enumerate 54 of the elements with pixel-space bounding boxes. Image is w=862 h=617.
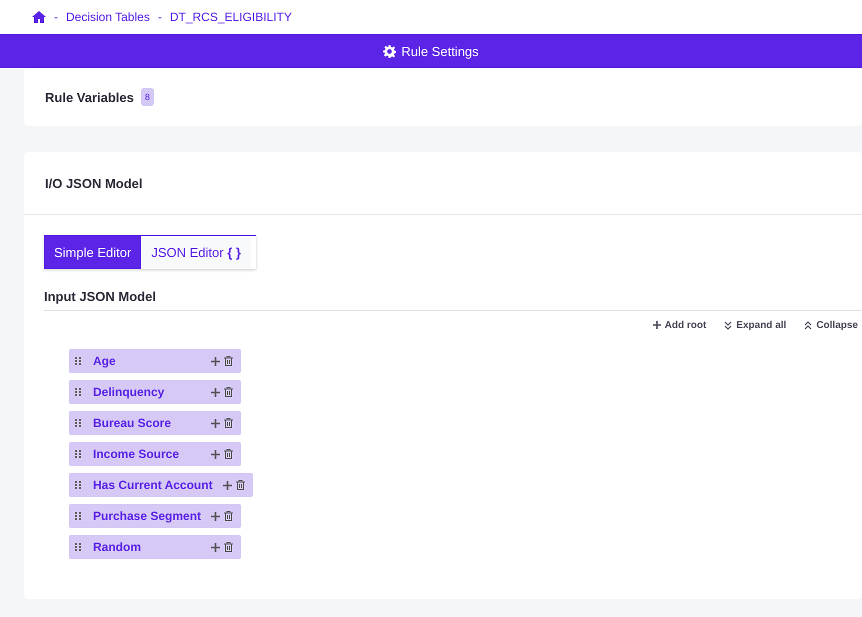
double-chevron-up-icon (804, 321, 812, 330)
section-title: I/O JSON Model (45, 176, 143, 190)
model-title: Input JSON Model (44, 289, 862, 311)
section-title: Rule Variables (45, 90, 134, 104)
plus-icon (652, 321, 661, 330)
add-button[interactable] (220, 480, 234, 490)
add-button[interactable] (209, 512, 222, 520)
breadcrumb-link[interactable]: DT_RCS_ELIGIBILITY (170, 10, 292, 24)
add-button[interactable] (209, 388, 222, 396)
tree-action-button[interactable]: Collapse (804, 320, 858, 331)
node-label: Delinquency (93, 385, 166, 399)
tree-node[interactable]: Purchase Segment (69, 504, 242, 528)
tree-node[interactable]: Bureau Score (69, 411, 241, 435)
delete-button[interactable] (222, 418, 235, 428)
tree-node[interactable]: Income Source (69, 442, 241, 466)
node-label: Has Current Account (93, 478, 213, 492)
breadcrumb-link[interactable]: Decision Tables (66, 10, 150, 24)
node-label: Bureau Score (93, 416, 172, 430)
gear-icon[interactable] (383, 44, 396, 58)
editor-tab[interactable]: JSON Editor { } (141, 236, 251, 269)
editor-tab[interactable]: Simple Editor (44, 236, 142, 269)
delete-button[interactable] (222, 542, 235, 552)
add-button[interactable] (209, 356, 222, 366)
node-label: Age (93, 354, 117, 368)
drag-handle-icon[interactable] (75, 357, 81, 365)
tree-node[interactable]: Has Current Account (69, 473, 253, 497)
drag-handle-icon[interactable] (75, 419, 81, 427)
tree-action-button[interactable]: Expand all (724, 320, 786, 331)
add-button[interactable] (209, 542, 222, 552)
drag-handle-icon[interactable] (75, 543, 81, 551)
tree-node[interactable]: Age (69, 349, 241, 373)
delete-button[interactable] (222, 387, 235, 397)
drag-handle-icon[interactable] (75, 512, 81, 520)
separator: - (158, 10, 162, 24)
separator: - (54, 10, 58, 24)
tree-action-button[interactable]: Add root (652, 320, 706, 331)
drag-handle-icon[interactable] (75, 388, 81, 396)
delete-button[interactable] (234, 480, 247, 490)
node-label: Random (93, 540, 142, 554)
drag-handle-icon[interactable] (75, 450, 81, 458)
node-label: Purchase Segment (93, 509, 202, 523)
double-chevron-down-icon (724, 321, 732, 330)
node-label: Income Source (93, 447, 180, 461)
drag-handle-icon[interactable] (75, 481, 81, 489)
add-button[interactable] (209, 418, 222, 428)
home-icon[interactable] (32, 11, 46, 23)
count-badge: 8 (140, 88, 154, 106)
tree-node[interactable]: Delinquency (69, 380, 241, 404)
tree-node[interactable]: Random (69, 535, 241, 559)
delete-button[interactable] (222, 449, 235, 459)
delete-button[interactable] (222, 511, 236, 521)
add-button[interactable] (209, 450, 222, 458)
delete-button[interactable] (222, 356, 235, 366)
settings-title[interactable]: Rule Settings (401, 44, 479, 58)
